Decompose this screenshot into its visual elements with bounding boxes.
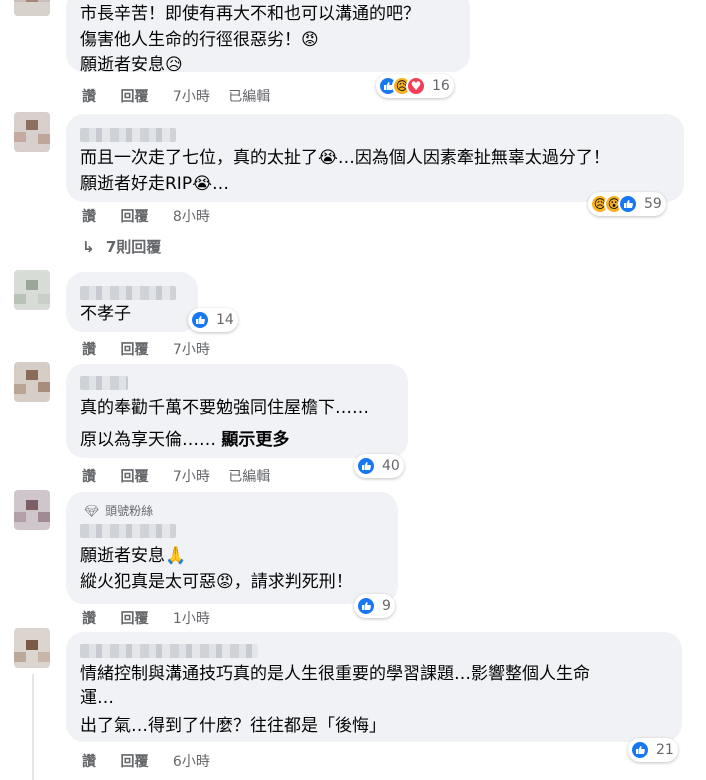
comment-text: 願逝者安息😥: [80, 55, 183, 75]
comment-actions: 讚 回覆 7小時 已編輯: [82, 466, 270, 486]
timestamp[interactable]: 7小時: [173, 466, 210, 486]
reaction-summary[interactable]: 😥 ♥ 16: [376, 74, 454, 98]
reaction-summary[interactable]: 40: [354, 454, 404, 478]
reaction-summary[interactable]: 21: [628, 738, 678, 762]
commenter-name[interactable]: [80, 524, 176, 538]
reply-button[interactable]: 回覆: [120, 608, 148, 628]
comment-bubble: 情緒控制與溝通技巧真的是人生很重要的學習課題…影響整個人生命 運… 出了氣…得到…: [66, 632, 682, 742]
commenter-name[interactable]: [80, 128, 176, 142]
comment-bubble: 不孝子: [66, 272, 198, 332]
reply-button[interactable]: 回覆: [120, 339, 148, 359]
like-button[interactable]: 讚: [82, 339, 96, 359]
comment-actions: 讚 回覆 6小時: [82, 751, 210, 771]
avatar[interactable]: [14, 270, 50, 310]
reaction-count: 14: [216, 312, 234, 328]
replies-label: 7則回覆: [105, 238, 162, 256]
reply-button[interactable]: 回覆: [120, 86, 148, 106]
edited-label: 已編輯: [228, 89, 271, 105]
avatar[interactable]: [14, 490, 50, 530]
commenter-name[interactable]: [80, 286, 176, 300]
like-button[interactable]: 讚: [82, 751, 96, 771]
comment-bubble: 而且一次走了七位，真的太扯了😭…因為個人因素牽扯無辜太過分了！ 願逝者好走RIP…: [66, 114, 684, 202]
avatar[interactable]: [14, 362, 50, 402]
comment-text: 運…: [80, 688, 114, 708]
comment-text: 願逝者安息🙏: [80, 546, 187, 566]
like-button[interactable]: 讚: [82, 608, 96, 628]
comment-text-fragment: 原以為享天倫……: [80, 430, 216, 450]
comment-text: 縱火犯真是太可惡😡，請求判死刑！: [80, 572, 353, 592]
reply-button[interactable]: 回覆: [120, 751, 148, 771]
reaction-count: 40: [382, 458, 400, 474]
badge-label: 頭號粉絲: [105, 504, 154, 518]
like-button[interactable]: 讚: [82, 466, 96, 486]
comment-actions: 讚 回覆 1小時: [82, 608, 210, 628]
timestamp[interactable]: 8小時: [173, 206, 210, 226]
commenter-name[interactable]: [80, 376, 128, 390]
like-reaction-icon: [356, 456, 376, 476]
like-button[interactable]: 讚: [82, 86, 96, 106]
edited-label: 已編輯: [228, 469, 271, 485]
see-more-link[interactable]: 顯示更多: [221, 430, 289, 450]
reaction-count: 16: [432, 78, 450, 94]
comment-text: 不孝子: [80, 304, 131, 324]
comment-actions: 讚 回覆 7小時: [82, 339, 210, 359]
view-replies-link[interactable]: ↳ 7則回覆: [82, 236, 161, 257]
comment-text: 出了氣…得到了什麼？往往都是「後悔」: [80, 716, 386, 736]
reply-arrow-icon: ↳: [82, 238, 95, 256]
diamond-icon: 💎︎: [84, 504, 100, 518]
comment-bubble: 💎︎ 頭號粉絲 願逝者安息🙏 縱火犯真是太可惡😡，請求判死刑！: [66, 492, 398, 604]
reply-button[interactable]: 回覆: [120, 466, 148, 486]
comment-text: 情緒控制與溝通技巧真的是人生很重要的學習課題…影響整個人生命: [80, 664, 590, 684]
thread-line: [32, 674, 34, 780]
reaction-count: 21: [656, 742, 674, 758]
comment-text: 市長辛苦！即使有再大不和也可以溝通的吧？: [80, 4, 420, 24]
timestamp[interactable]: 7小時: [173, 86, 210, 106]
avatar[interactable]: [14, 628, 50, 668]
reaction-count: 9: [382, 598, 391, 614]
comment-text: 真的奉勸千萬不要勉強同住屋檐下……: [80, 398, 369, 418]
like-reaction-icon: [356, 596, 376, 616]
commenter-name[interactable]: [80, 644, 258, 658]
timestamp[interactable]: 6小時: [173, 751, 210, 771]
timestamp[interactable]: 7小時: [173, 339, 210, 359]
comment-bubble: 市長辛苦！即使有再大不和也可以溝通的吧？ 傷害他人生命的行徑很惡劣！😡 願逝者安…: [66, 0, 470, 75]
timestamp[interactable]: 1小時: [173, 608, 210, 628]
like-button[interactable]: 讚: [82, 206, 96, 226]
reply-button[interactable]: 回覆: [120, 206, 148, 226]
top-fan-badge[interactable]: 💎︎ 頭號粉絲: [84, 502, 153, 519]
comment-text: 原以為享天倫…… 顯示更多: [80, 428, 289, 452]
like-reaction-icon: [630, 740, 650, 760]
reaction-summary[interactable]: 😥 😮 59: [588, 192, 666, 216]
like-reaction-icon: [618, 194, 638, 214]
comment-text: 而且一次走了七位，真的太扯了😭…因為個人因素牽扯無辜太過分了！: [80, 148, 610, 168]
love-reaction-icon: ♥: [406, 76, 426, 96]
comment-bubble: 真的奉勸千萬不要勉強同住屋檐下…… 原以為享天倫…… 顯示更多: [66, 364, 408, 458]
comment-actions: 讚 回覆 8小時: [82, 206, 210, 226]
like-reaction-icon: [190, 310, 210, 330]
comment-text: 願逝者好走RIP😭…: [80, 174, 229, 194]
reaction-count: 59: [644, 196, 662, 212]
reaction-summary[interactable]: 14: [188, 308, 238, 332]
comment-actions: 讚 回覆 7小時 已編輯: [82, 86, 270, 106]
reaction-summary[interactable]: 9: [354, 594, 395, 618]
comment-text: 傷害他人生命的行徑很惡劣！😡: [80, 30, 319, 50]
avatar[interactable]: [14, 112, 50, 152]
avatar[interactable]: [14, 0, 50, 16]
